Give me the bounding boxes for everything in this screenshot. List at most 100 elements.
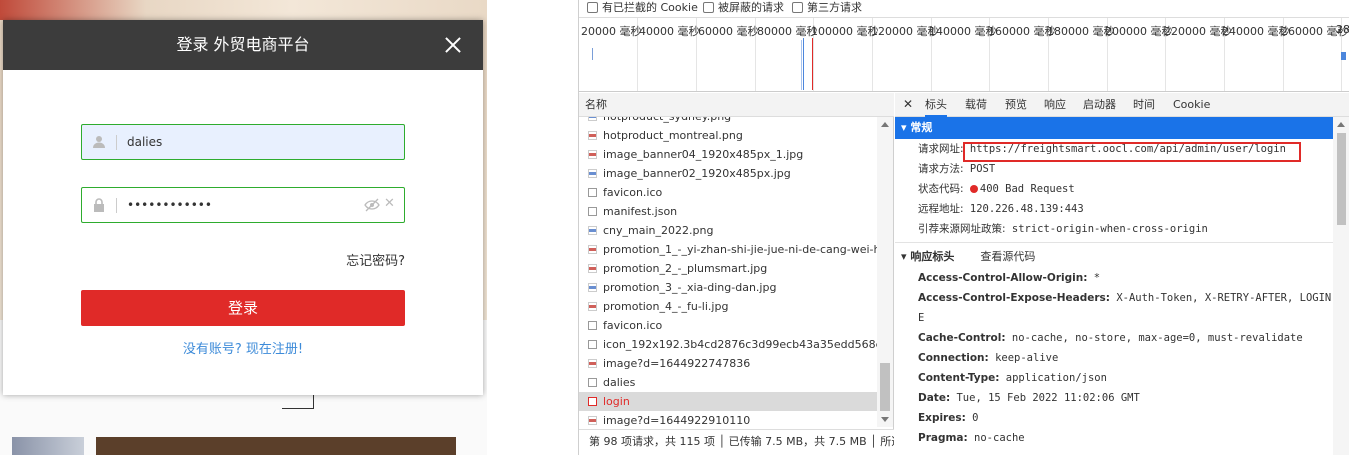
tab-timing[interactable]: 时间 xyxy=(1133,93,1155,117)
request-name: image?d=1644922747836 xyxy=(603,357,751,370)
status-code-value: 400 Bad Request xyxy=(979,183,1075,195)
blocked-requests-checkbox[interactable]: 被屏蔽的请求 xyxy=(703,1,784,15)
filter-bar: 有已拦截的 Cookie 被屏蔽的请求 第三方请求 xyxy=(579,0,1349,16)
response-header-row: Access-Control-Allow-Origin: * xyxy=(895,268,1333,288)
request-name: image_banner04_1920x485px_1.jpg xyxy=(603,148,804,161)
remote-address-label: 远程地址: xyxy=(918,203,964,215)
request-name: image_banner02_1920x485px.jpg xyxy=(603,167,791,180)
password-field[interactable]: •••••••••••• ✕ xyxy=(81,187,405,223)
request-row[interactable]: promotion_4_-_fu-li.jpg xyxy=(579,297,877,316)
tab-response[interactable]: 响应 xyxy=(1044,93,1066,117)
header-value: Tue, 15 Feb 2022 11:02:06 GMT xyxy=(956,392,1140,404)
request-row[interactable]: image?d=1644922747836 xyxy=(579,354,877,373)
timeline-request-bar xyxy=(801,40,802,90)
close-icon[interactable]: ✕ xyxy=(903,97,913,111)
request-name: manifest.json xyxy=(603,205,678,218)
modal-header: 登录 外贸电商平台 xyxy=(3,20,483,70)
tab-payload[interactable]: 载荷 xyxy=(965,93,987,117)
request-row[interactable]: favicon.ico xyxy=(579,316,877,335)
scroll-up-icon[interactable] xyxy=(1337,122,1345,127)
referrer-policy-row: 引荐来源网址政策: strict-origin-when-cross-origi… xyxy=(895,219,1333,239)
request-row[interactable]: image?d=1644922910110 xyxy=(579,411,877,427)
request-row[interactable]: hotproduct_sydney.png xyxy=(579,117,877,126)
header-value: 0 xyxy=(972,412,979,424)
field-separator xyxy=(116,198,117,213)
register-link[interactable]: 没有账号? 现在注册! xyxy=(3,338,483,357)
request-row[interactable]: cny_main_2022.png xyxy=(579,221,877,240)
header-value: E xyxy=(918,312,925,324)
header-value: no-cache, no-store, max-age=0, must-reva… xyxy=(1011,332,1303,344)
forgot-password-link[interactable]: 忘记密码? xyxy=(346,250,405,269)
tab-preview[interactable]: 预览 xyxy=(1005,93,1027,117)
section-divider xyxy=(895,242,1333,243)
site-promo-band xyxy=(96,437,456,455)
general-section-header[interactable]: ▾ 常规 xyxy=(895,117,1333,139)
image-file-icon xyxy=(588,416,597,425)
request-row[interactable]: promotion_2_-_plumsmart.jpg xyxy=(579,259,877,278)
username-field[interactable]: dalies xyxy=(81,124,405,160)
header-value: X-Auth-Token, X-RETRY-AFTER, LOGIN-USERN… xyxy=(1116,292,1333,304)
image-file-icon xyxy=(588,150,597,159)
request-method-value: POST xyxy=(969,163,996,175)
image-file-icon xyxy=(588,359,597,368)
request-row[interactable]: favicon.ico xyxy=(579,183,877,202)
tab-initiator[interactable]: 启动器 xyxy=(1083,93,1116,117)
scrollbar-thumb[interactable] xyxy=(880,363,890,411)
image-file-icon xyxy=(588,245,597,254)
detail-scrollbar[interactable] xyxy=(1333,117,1349,455)
request-row[interactable]: image_banner02_1920x485px.jpg xyxy=(579,164,877,183)
document-file-icon xyxy=(588,188,597,197)
request-row[interactable]: promotion_3_-_xia-ding-dan.jpg xyxy=(579,278,877,297)
image-file-icon xyxy=(588,226,597,235)
request-row[interactable]: hotproduct_montreal.png xyxy=(579,126,877,145)
timeline-request-bar xyxy=(1341,52,1346,60)
request-name: promotion_1_-_yi-zhan-shi-jie-jue-ni-de-… xyxy=(603,243,877,256)
tab-cookies[interactable]: Cookie xyxy=(1173,93,1210,117)
clear-icon[interactable]: ✕ xyxy=(384,196,396,212)
request-row[interactable]: dalies xyxy=(579,373,877,392)
request-name: icon_192x192.3b4cd2876c3d99ecb43a35edd56… xyxy=(603,338,877,351)
timeline-overview[interactable]: 20000 毫秒 40000 毫秒 60000 毫秒 80000 毫秒 1000… xyxy=(579,17,1349,92)
request-list-scrollbar[interactable] xyxy=(877,117,893,427)
eye-hidden-icon[interactable] xyxy=(364,197,380,213)
request-row[interactable]: icon_192x192.3b4cd2876c3d99ecb43a35edd56… xyxy=(579,335,877,354)
status-code-row: 状态代码: 400 Bad Request xyxy=(895,179,1333,199)
devtools-network-panel: 有已拦截的 Cookie 被屏蔽的请求 第三方请求 20000 毫秒 40000… xyxy=(578,0,1349,455)
tab-headers[interactable]: 标头 xyxy=(925,93,947,117)
header-name: Pragma: xyxy=(918,432,968,444)
image-file-icon xyxy=(588,283,597,292)
image-file-icon xyxy=(588,131,597,140)
view-source-link[interactable]: 查看源代码 xyxy=(980,250,1035,263)
image-file-icon xyxy=(588,264,597,273)
response-header-row: Expires: 0 xyxy=(895,408,1333,428)
close-icon[interactable] xyxy=(443,35,463,55)
blocked-cookies-checkbox[interactable]: 有已拦截的 Cookie xyxy=(587,1,698,15)
request-name: image?d=1644922910110 xyxy=(603,414,751,427)
status-bar: 第 98 项请求，共 115 项 │ 已传输 7.5 MB，共 7.5 MB │… xyxy=(579,429,894,455)
request-name: dalies xyxy=(603,376,636,389)
request-name: promotion_2_-_plumsmart.jpg xyxy=(603,262,768,275)
lock-icon xyxy=(94,198,104,212)
response-header-row: Cache-Control: no-cache, no-store, max-a… xyxy=(895,328,1333,348)
password-value: •••••••••••• xyxy=(127,198,212,212)
section-label: 响应标头 xyxy=(910,250,955,263)
timeline-request-bar xyxy=(592,48,593,60)
scroll-down-icon[interactable] xyxy=(881,417,889,422)
request-url-label: 请求网址: xyxy=(918,143,964,155)
user-icon xyxy=(93,136,105,148)
request-row[interactable]: login xyxy=(579,392,877,411)
detail-tabs: ✕ 标头 载荷 预览 响应 启动器 时间 Cookie xyxy=(895,93,1349,117)
third-party-checkbox[interactable]: 第三方请求 xyxy=(792,1,862,15)
decorative-line xyxy=(282,395,314,409)
header-name: Expires: xyxy=(918,412,966,424)
name-column-header[interactable]: 名称 xyxy=(579,93,894,117)
login-button[interactable]: 登录 xyxy=(81,290,405,326)
scrollbar-thumb[interactable] xyxy=(1337,133,1346,225)
request-row[interactable]: promotion_1_-_yi-zhan-shi-jie-jue-ni-de-… xyxy=(579,240,877,259)
request-row[interactable]: image_banner04_1920x485px_1.jpg xyxy=(579,145,877,164)
request-row[interactable]: manifest.json xyxy=(579,202,877,221)
scroll-up-icon[interactable] xyxy=(881,122,889,127)
request-list-panel: 名称 hotproduct_sydney.png hotproduct_montr… xyxy=(579,93,894,455)
response-headers-section-header[interactable]: ▾ 响应标头 查看源代码 xyxy=(895,246,1333,268)
document-file-icon xyxy=(588,340,597,349)
